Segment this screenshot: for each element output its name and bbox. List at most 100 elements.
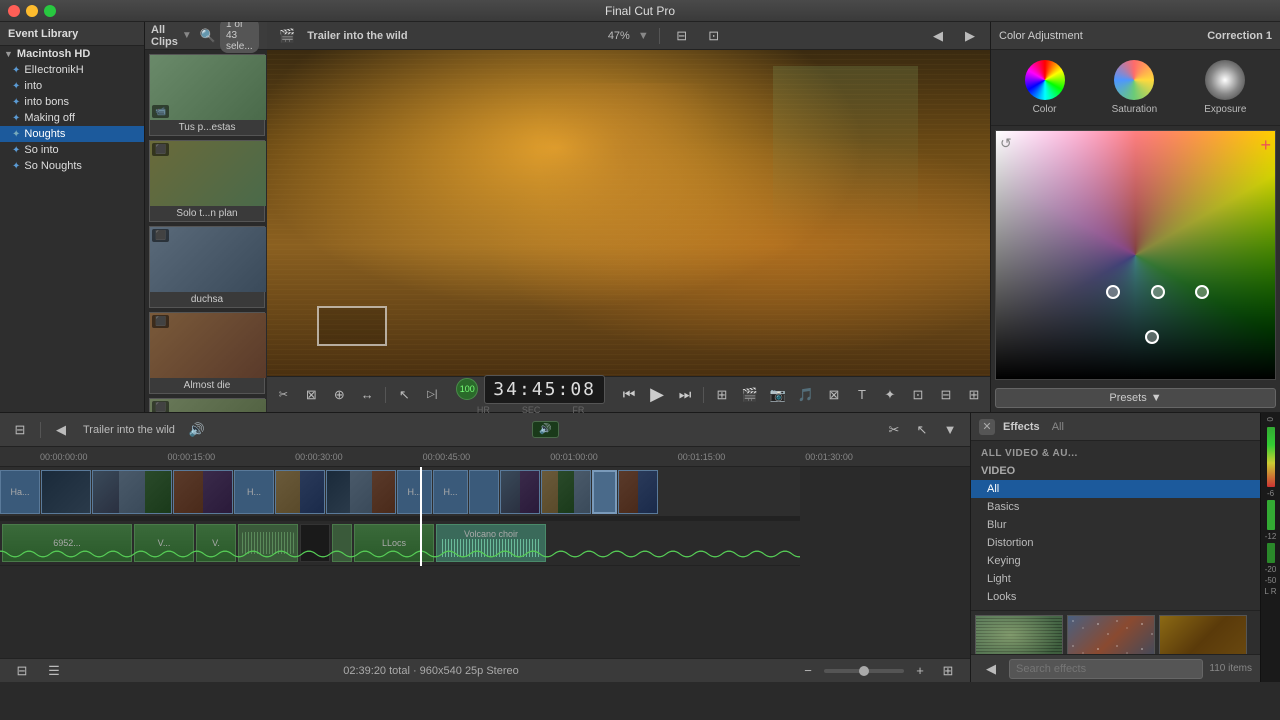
trim-btn2[interactable]: ▷|	[420, 384, 444, 406]
play-button[interactable]: ▶	[645, 383, 669, 407]
nav-left-button[interactable]: ◀	[926, 25, 950, 47]
close-button[interactable]	[8, 5, 20, 17]
presets-button[interactable]: Presets ▼	[995, 388, 1276, 408]
share-icon-button[interactable]: ⊞	[962, 384, 986, 406]
clip-item[interactable]: ⬛ Solo t...n plan	[149, 140, 265, 222]
color-handle-4[interactable]	[1145, 330, 1159, 344]
timeline-back-button[interactable]: ◀	[49, 419, 73, 441]
fullscreen-button[interactable]: ⊡	[702, 25, 726, 47]
effects-cat-keying[interactable]: Keying	[971, 552, 1260, 570]
reset-button[interactable]: ↺	[1000, 135, 1012, 152]
clip-item[interactable]: ⬛ duchsa	[149, 226, 265, 308]
preview-icon-button[interactable]: 🎬	[275, 25, 299, 47]
color-tool-saturation[interactable]: Saturation	[1112, 60, 1158, 115]
skip-forward-button[interactable]: ⏭	[673, 383, 697, 407]
track-clip[interactable]	[469, 470, 499, 514]
sidebar-item-so-noughts[interactable]: ✦ So Noughts	[0, 158, 144, 174]
effects-cat-blur[interactable]: Blur	[971, 516, 1260, 534]
track-clip[interactable]: H...	[433, 470, 468, 514]
track-clip[interactable]	[41, 470, 91, 514]
effects-nav-button[interactable]: ◀	[979, 658, 1003, 680]
status-list-button[interactable]: ☰	[42, 660, 66, 682]
effects-close-button[interactable]: ✕	[979, 419, 995, 435]
position-button[interactable]: ⊕	[327, 384, 351, 406]
timeline-zoom-slider[interactable]	[824, 669, 904, 673]
track-clip[interactable]	[618, 470, 658, 514]
range-button[interactable]: ↔	[355, 384, 379, 406]
effects-search-input[interactable]	[1009, 659, 1203, 679]
color-tool-color[interactable]: Color	[1025, 60, 1065, 115]
audio-clip-llocs[interactable]: LLocs	[354, 524, 434, 562]
track-clip[interactable]: Ha...	[0, 470, 40, 514]
status-expand-button[interactable]: ⊟	[10, 660, 34, 682]
effects-cat-looks[interactable]: Looks	[971, 588, 1260, 606]
effects-cat-distortion-label: Distortion	[987, 537, 1033, 549]
fr-label: FR	[572, 405, 584, 415]
track-clip[interactable]	[326, 470, 396, 514]
drive-row[interactable]: ▼ Macintosh HD	[0, 46, 144, 62]
effects-icon-button[interactable]: ✦	[878, 384, 902, 406]
text-icon-button[interactable]: T	[850, 384, 874, 406]
minimize-button[interactable]	[26, 5, 38, 17]
skip-back-button[interactable]: ⏮	[617, 383, 641, 407]
maximize-button[interactable]	[44, 5, 56, 17]
sidebar-item-into[interactable]: ✦ into	[0, 78, 144, 94]
effects-cat-basics[interactable]: Basics	[971, 498, 1260, 516]
track-clip-selected[interactable]	[592, 470, 617, 514]
color-handle-2[interactable]	[1151, 285, 1165, 299]
video-icon-button[interactable]: 🎬	[738, 384, 762, 406]
clip-item[interactable]: ⬛ Almost die	[149, 312, 265, 394]
zoom-in-button[interactable]: +	[908, 660, 932, 682]
sidebar-item-noughts[interactable]: ✦ Noughts	[0, 126, 144, 142]
sidebar-item-so-into[interactable]: ✦ So into	[0, 142, 144, 158]
track-clip[interactable]	[275, 470, 325, 514]
track-clip[interactable]: H...	[397, 470, 432, 514]
titles-icon-button[interactable]: ⊠	[822, 384, 846, 406]
color-handle-3[interactable]	[1195, 285, 1209, 299]
effect-50s-tv[interactable]: 50s TV	[975, 615, 1063, 654]
track-clip[interactable]	[541, 470, 591, 514]
select-button[interactable]: ↖	[392, 384, 416, 406]
tl-dropdown-button[interactable]: ▼	[938, 419, 962, 441]
preview-area[interactable]	[267, 50, 990, 376]
sidebar-item-into-bons[interactable]: ✦ into bons	[0, 94, 144, 110]
zoom-out-button[interactable]: −	[796, 660, 820, 682]
timeline-tracks[interactable]: Ha...	[0, 467, 970, 658]
timeline-toggle-button[interactable]: ⊟	[8, 419, 32, 441]
nav-right-button[interactable]: ▶	[958, 25, 982, 47]
effect-add-noise[interactable]: Add Noise	[1067, 615, 1155, 654]
color-picker-area[interactable]: ↺ +	[995, 130, 1276, 380]
blade-button[interactable]: ✂	[271, 384, 295, 406]
fullscreen-btn2[interactable]: ⊞	[710, 384, 734, 406]
track-clip[interactable]	[92, 470, 172, 514]
tl-select-button[interactable]: ↖	[910, 419, 934, 441]
color-tool-exposure[interactable]: Exposure	[1204, 60, 1246, 115]
track-clip[interactable]	[500, 470, 540, 514]
audio-icon-button[interactable]: 🎵	[794, 384, 818, 406]
zoom-fit-button[interactable]: ⊞	[936, 660, 960, 682]
vu-bar-mid	[1267, 500, 1275, 530]
sep	[703, 387, 704, 403]
effects-cat-light[interactable]: Light	[971, 570, 1260, 588]
track-clip[interactable]: H...	[234, 470, 274, 514]
color-handle-1[interactable]	[1106, 285, 1120, 299]
clip-item[interactable]: 📹 Tus p...estas	[149, 54, 265, 136]
effect-aged-film[interactable]: Aged Film	[1159, 615, 1247, 654]
track-clip[interactable]	[173, 470, 233, 514]
trim-button[interactable]: ⊠	[299, 384, 323, 406]
search-button[interactable]: 🔍	[200, 25, 216, 47]
transform-icon-button[interactable]: ⊡	[906, 384, 930, 406]
clip-item[interactable]: ⬛ he vis...sitios	[149, 398, 265, 412]
sidebar-item-making-off[interactable]: ✦ Making off	[0, 110, 144, 126]
sidebar-item-electronikH[interactable]: ✦ ElIectronikH	[0, 62, 144, 78]
effects-cat-distortion[interactable]: Distortion	[971, 534, 1260, 552]
timeline-audio-button[interactable]: 🔊	[185, 419, 209, 441]
layout-icon-button[interactable]: ⊟	[934, 384, 958, 406]
aspect-button[interactable]: ⊟	[670, 25, 694, 47]
camera-icon-button[interactable]: 📷	[766, 384, 790, 406]
saturation-label: Saturation	[1112, 104, 1158, 115]
hr-label: HR	[477, 405, 490, 415]
blade-tool-button[interactable]: ✂	[882, 419, 906, 441]
effects-cat-all[interactable]: All	[971, 480, 1260, 498]
add-color-button[interactable]: +	[1260, 135, 1271, 156]
